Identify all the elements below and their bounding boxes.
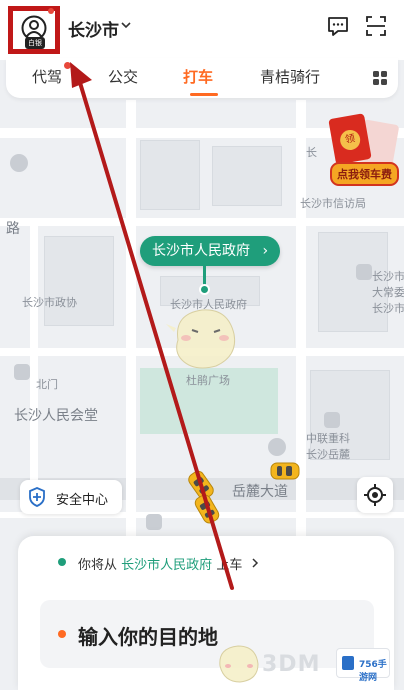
map-label-north-gate: 北门 (36, 378, 58, 391)
map-label-road: 路 (6, 221, 20, 237)
mascot-image (166, 309, 236, 369)
pickup-pin (199, 284, 210, 295)
pickup-info[interactable]: 你将从 长沙市人民政府 上车 (78, 554, 242, 573)
map-label-zhonglian: 中联重科 (306, 432, 350, 445)
chevron-right-icon: › (262, 243, 269, 259)
red-envelope-icon: 领 (328, 113, 372, 165)
service-tabs: 代驾 公交 打车 青桔骑行 (6, 58, 398, 98)
promo-banner[interactable]: 领 点我领车费 (322, 110, 402, 190)
map-label-avenue: 岳麓大道 (232, 484, 288, 500)
map-label-zhengxie: 长沙市政协 (22, 296, 77, 309)
locate-button[interactable] (357, 477, 393, 513)
map-poi (146, 514, 162, 530)
map-poi (356, 264, 372, 280)
map-road (126, 100, 136, 540)
tab-daijia[interactable]: 代驾 (32, 66, 62, 87)
map-building (140, 140, 200, 210)
avatar-button[interactable]: 白银 (8, 6, 60, 54)
car-icon (270, 462, 300, 480)
map-poi (324, 412, 340, 428)
map-label: 长沙市 (372, 270, 404, 283)
shield-icon (29, 487, 45, 507)
map-label-yuelu: 长沙岳麓 (306, 448, 350, 461)
pickup-prefix: 你将从 (78, 558, 118, 573)
map-label-hall: 长沙人民会堂 (14, 408, 98, 424)
watermark: 3DM 756手游网 (214, 640, 394, 686)
map-label-xinfang: 长沙市信访局 (300, 197, 366, 210)
safety-center-label: 安全中心 (56, 493, 109, 508)
map-label: 长 (306, 146, 317, 159)
tab-bike[interactable]: 青桔骑行 (260, 66, 320, 87)
destination-placeholder: 输入你的目的地 (78, 625, 218, 649)
pickup-suffix: 上车 (216, 558, 243, 573)
map-road (30, 226, 38, 486)
chevron-down-icon[interactable] (120, 19, 132, 31)
tab-bus[interactable]: 公交 (108, 66, 138, 87)
pickup-pin-stem (203, 266, 206, 286)
map-poi (268, 438, 286, 456)
member-badge: 白银 (25, 37, 45, 49)
watermark-badge: 756手游网 (336, 648, 390, 683)
tab-notification-dot (64, 62, 71, 69)
watermark-badge-text: 756手游网 (359, 660, 387, 683)
promo-label[interactable]: 点我领车费 (330, 162, 399, 186)
watermark-mascot-icon (219, 645, 259, 683)
pickup-bubble[interactable]: 长沙市人民政府 › (140, 236, 281, 266)
locate-icon (364, 484, 386, 506)
destination-dot (58, 630, 66, 638)
active-tab-indicator (190, 93, 218, 96)
safety-center-button[interactable]: 安全中心 (20, 480, 122, 514)
scan-icon[interactable] (364, 14, 388, 38)
map-building (44, 236, 114, 326)
pickup-place: 长沙市人民政府 (121, 558, 213, 573)
watermark-text: 3DM (262, 652, 321, 677)
message-icon[interactable] (326, 14, 350, 38)
map-road (0, 218, 404, 226)
notification-dot (48, 8, 54, 14)
app-header: 白银 长沙市 (0, 0, 404, 60)
tab-taxi[interactable]: 打车 (183, 66, 213, 87)
pickup-location-name: 长沙市人民政府 (152, 243, 250, 259)
pickup-dot (58, 558, 66, 566)
map-label: 长沙市 (372, 302, 404, 315)
map-poi (14, 364, 30, 380)
grid-menu-icon[interactable] (372, 70, 388, 86)
chevron-right-icon[interactable] (250, 558, 260, 568)
map-building (212, 146, 282, 206)
map-poi (10, 154, 28, 172)
watermark-logo-icon (342, 656, 354, 670)
map-label: 大常委 (372, 286, 404, 299)
city-selector[interactable]: 长沙市 (68, 16, 119, 41)
envelope-label: 领 (338, 128, 362, 152)
